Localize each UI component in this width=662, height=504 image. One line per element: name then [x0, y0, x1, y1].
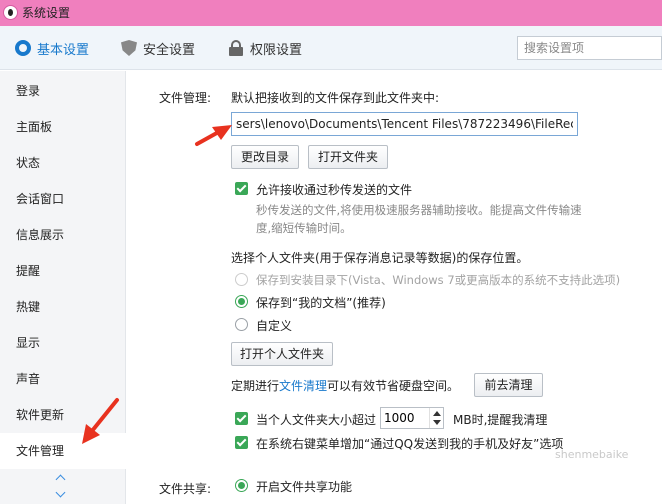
watermark: shenmebaike: [555, 448, 629, 461]
enable-file-sharing-radio[interactable]: [235, 479, 248, 492]
cleanup-suffix-text: 可以有效节省硬盘空间。: [327, 379, 460, 393]
enable-file-sharing-label: 开启文件共享功能: [256, 480, 353, 494]
file-cleanup-link[interactable]: 文件清理: [279, 377, 327, 394]
custom-location-radio[interactable]: [235, 318, 248, 331]
scroll-down-chevron-icon[interactable]: [55, 489, 65, 499]
stepper-arrows[interactable]: [429, 408, 443, 428]
file-management-section-label: 文件管理:: [159, 91, 212, 105]
allow-flash-transfer-checkbox[interactable]: [235, 182, 248, 195]
go-cleanup-button[interactable]: 前去清理: [474, 373, 543, 397]
open-personal-folder-button[interactable]: 打开个人文件夹: [231, 342, 333, 366]
receive-folder-path-box: [231, 112, 578, 136]
tab-permission-settings[interactable]: 权限设置: [228, 38, 302, 58]
save-to-my-documents-label: 保存到“我的文档”(推荐): [256, 296, 386, 310]
sidebar-item-main-panel[interactable]: 主面板: [0, 109, 126, 145]
change-directory-button[interactable]: 更改目录: [231, 145, 299, 169]
tab-basic-settings[interactable]: 基本设置: [15, 38, 89, 58]
context-menu-label: 在系统右键菜单增加“通过QQ发送到我的手机及好友”选项: [256, 437, 564, 451]
sidebar-item-software-update[interactable]: 软件更新: [0, 397, 126, 433]
search-input[interactable]: [518, 37, 661, 59]
context-menu-checkbox[interactable]: [235, 436, 248, 449]
file-sharing-section-label: 文件共享:: [159, 482, 212, 496]
sidebar-item-info-display[interactable]: 信息展示: [0, 217, 126, 253]
qq-logo-icon: [3, 5, 18, 20]
tab-label: 安全设置: [143, 42, 196, 58]
personal-folder-prompt: 选择个人文件夹(用于保存消息记录等数据)的保存位置。: [231, 251, 529, 265]
save-to-install-dir-radio[interactable]: [235, 273, 248, 286]
lock-icon: [228, 40, 244, 56]
save-to-install-dir-label: 保存到安装目录下(Vista、Windows 7或更高版本的系统不支持此选项): [256, 273, 621, 287]
flash-transfer-description-line2: 度,缩短传输时间。: [256, 221, 352, 235]
window-title: 系统设置: [22, 6, 71, 20]
open-folder-button[interactable]: 打开文件夹: [308, 145, 388, 169]
sidebar: 登录 主面板 状态 会话窗口 信息展示 提醒 热键 显示 声音 软件更新 文件管…: [0, 71, 126, 504]
scroll-up-chevron-icon[interactable]: [55, 473, 65, 483]
receive-folder-path-field[interactable]: [232, 113, 577, 135]
size-alert-suffix: MB时,提醒我清理: [453, 413, 548, 427]
custom-location-label: 自定义: [256, 319, 293, 333]
size-alert-checkbox[interactable]: [235, 412, 248, 425]
sidebar-item-status[interactable]: 状态: [0, 145, 126, 181]
sidebar-item-chat-window[interactable]: 会话窗口: [0, 181, 126, 217]
sidebar-item-login[interactable]: 登录: [0, 73, 126, 109]
size-limit-input[interactable]: [381, 408, 429, 428]
sidebar-item-hotkeys[interactable]: 热键: [0, 289, 126, 325]
gear-icon: [15, 40, 31, 56]
shield-icon: [121, 40, 137, 56]
stepper-down-arrow-icon[interactable]: [433, 420, 441, 425]
flash-transfer-description-line1: 秒传发送的文件,将使用极速服务器辅助接收。能提高文件传输速: [256, 203, 582, 217]
settings-toolbar: 基本设置 安全设置 权限设置: [0, 26, 662, 70]
cleanup-prefix-text: 定期进行: [231, 379, 280, 393]
tab-label: 权限设置: [250, 42, 303, 58]
save-folder-prompt: 默认把接收到的文件保存到此文件夹中:: [231, 91, 440, 105]
size-limit-stepper: [380, 407, 444, 429]
size-alert-prefix: 当个人文件夹大小超过: [256, 413, 377, 427]
stepper-up-arrow-icon[interactable]: [433, 411, 441, 416]
save-to-my-documents-radio[interactable]: [235, 295, 248, 308]
sidebar-item-file-management[interactable]: 文件管理: [0, 433, 126, 469]
sidebar-item-reminder[interactable]: 提醒: [0, 253, 126, 289]
tab-label: 基本设置: [37, 42, 90, 58]
settings-content: 文件管理: 默认把接收到的文件保存到此文件夹中: 更改目录 打开文件夹 允许接收…: [127, 71, 662, 504]
search-box: [517, 36, 662, 60]
allow-flash-transfer-label: 允许接收通过秒传发送的文件: [256, 183, 413, 197]
sidebar-item-display[interactable]: 显示: [0, 325, 126, 361]
tab-security-settings[interactable]: 安全设置: [121, 38, 195, 58]
title-bar: 系统设置: [0, 0, 662, 26]
sidebar-item-sound[interactable]: 声音: [0, 361, 126, 397]
